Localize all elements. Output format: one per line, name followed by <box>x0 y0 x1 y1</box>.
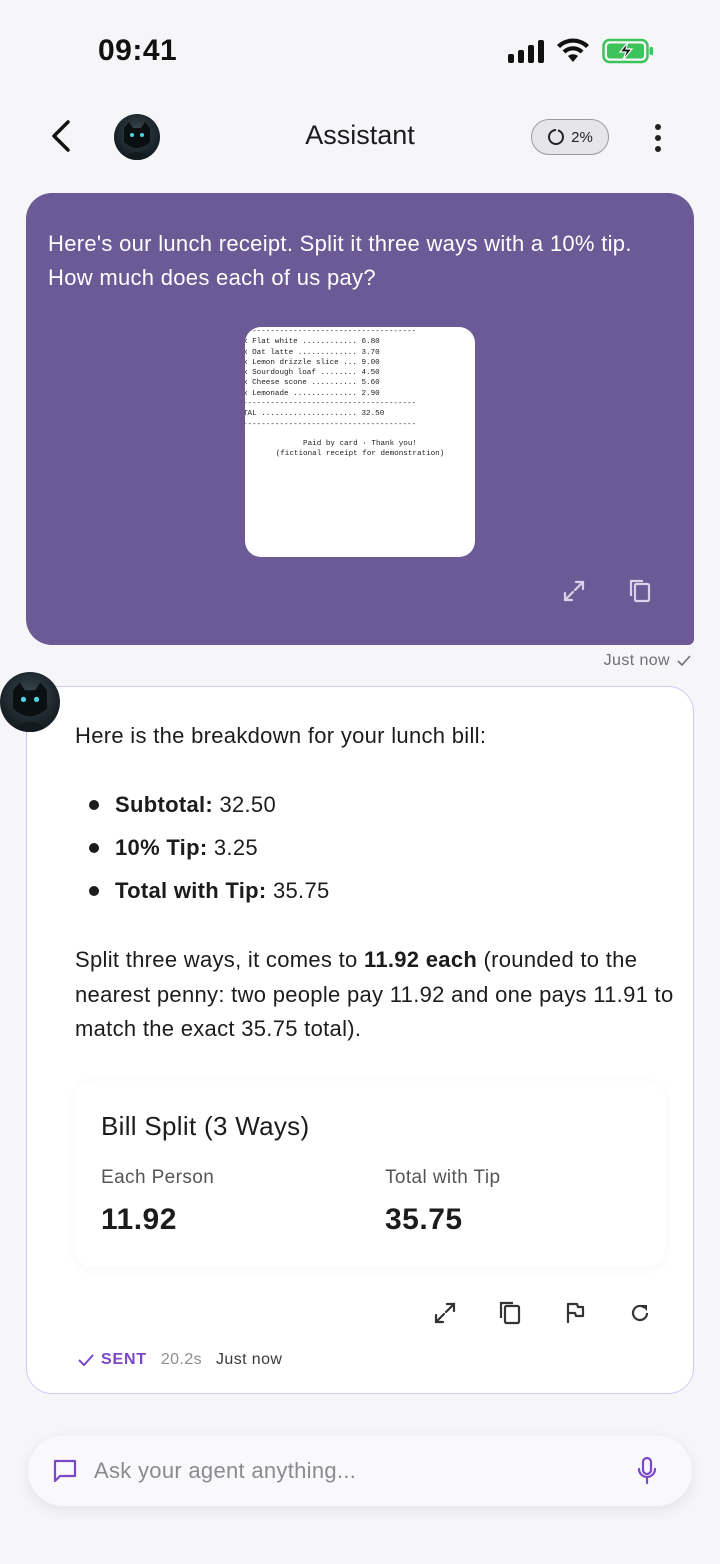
split-explanation: Split three ways, it comes to 11.92 each… <box>75 943 675 1047</box>
list-item-label: Total with Tip: <box>115 878 267 903</box>
receipt-line: x Sourdough loaf ........ 4.50 <box>245 369 380 378</box>
user-message-meta: Just now <box>604 652 692 670</box>
stat-label: Each Person <box>101 1167 215 1188</box>
stat-label: Total with Tip <box>385 1167 501 1188</box>
check-icon <box>677 655 691 667</box>
list-item: 10% Tip: 3.25 <box>75 828 330 871</box>
para-text: Split three ways, it comes to <box>75 947 364 972</box>
receipt-line: -------------------------------------- <box>245 400 417 409</box>
status-bar: 09:41 <box>0 0 720 100</box>
flag-icon <box>566 1302 585 1323</box>
list-item-value: 35.75 <box>272 878 330 903</box>
copy-icon <box>499 1301 521 1325</box>
stat-value: 11.92 <box>101 1203 177 1236</box>
expand-button[interactable] <box>431 1299 459 1327</box>
assistant-message-bubble: Here is the breakdown for your lunch bil… <box>26 686 694 1394</box>
expand-icon <box>563 580 585 602</box>
list-item-value: 32.50 <box>219 792 276 817</box>
list-item-label: 10% Tip: <box>115 835 208 860</box>
usage-badge[interactable]: 2% <box>531 119 609 155</box>
expand-button[interactable] <box>560 577 588 605</box>
status-time: 09:41 <box>98 34 178 67</box>
copy-button[interactable] <box>496 1299 524 1327</box>
user-message-actions <box>560 577 654 605</box>
assistant-avatar <box>0 672 60 732</box>
composer <box>28 1436 692 1506</box>
para-bold: 11.92 each <box>364 947 478 972</box>
receipt-line: x Oat latte ............. 3.70 <box>245 348 380 357</box>
progress-ring-icon <box>548 128 565 145</box>
receipt-line: -------------------------------------- <box>245 420 417 429</box>
assistant-message-footer: SENT 20.2s Just now <box>77 1351 282 1369</box>
message-time: Just now <box>216 1351 283 1368</box>
chat-bubble-icon <box>53 1459 77 1483</box>
user-message-time: Just now <box>603 652 670 669</box>
receipt-line: x Flat white ............ 6.80 <box>245 338 380 347</box>
receipt-line: x Lemon drizzle slice ... 9.00 <box>245 358 380 367</box>
regenerate-button[interactable] <box>626 1299 654 1327</box>
expand-icon <box>434 1302 456 1324</box>
panther-icon <box>10 682 50 732</box>
receipt-line: x Lemonade .............. 2.90 <box>245 389 380 398</box>
receipt-line: TAL ..................... 32.50 <box>245 410 385 419</box>
cellular-signal-icon <box>508 39 544 63</box>
receipt-line: x Cheese scone .......... 5.60 <box>245 379 380 388</box>
bill-split-card: Bill Split (3 Ways) Each Person 11.92 To… <box>75 1081 665 1267</box>
user-message-bubble: Here's our lunch receipt. Split it three… <box>26 193 694 645</box>
list-item-value: 3.25 <box>213 835 258 860</box>
assistant-message-actions <box>431 1299 654 1327</box>
more-menu-button[interactable] <box>642 120 674 156</box>
breakdown-list: Subtotal: 32.50 10% Tip: 3.25 Total with… <box>75 785 330 914</box>
status-icons <box>508 38 654 64</box>
page-title: Assistant <box>305 120 415 150</box>
response-duration: 20.2s <box>160 1351 203 1368</box>
receipt-footer-line: (fictional receipt for demonstration) <box>275 450 445 459</box>
receipt-line: -------------------------------------- <box>245 328 417 336</box>
voice-input-button[interactable] <box>636 1456 658 1491</box>
sent-label: SENT <box>101 1351 147 1368</box>
refresh-icon <box>631 1304 649 1322</box>
receipt-image[interactable]: -------------------------------------- x… <box>245 327 475 557</box>
copy-icon <box>629 579 651 603</box>
check-icon <box>78 1354 94 1367</box>
list-item: Subtotal: 32.50 <box>75 785 330 828</box>
each-person-stat: Each Person 11.92 <box>101 1167 214 1237</box>
stat-value: 35.75 <box>385 1203 463 1236</box>
receipt-footer-line: Paid by card · Thank you! <box>303 439 417 448</box>
wifi-icon <box>557 38 589 62</box>
app-header: Assistant 2% <box>0 100 720 176</box>
copy-button[interactable] <box>626 577 654 605</box>
user-message-text: Here's our lunch receipt. Split it three… <box>48 231 632 290</box>
microphone-icon <box>637 1456 657 1485</box>
total-with-tip-stat: Total with Tip 35.75 <box>385 1167 500 1237</box>
usage-percent: 2% <box>571 128 593 146</box>
assistant-intro: Here is the breakdown for your lunch bil… <box>75 723 487 748</box>
list-item-label: Subtotal: <box>115 792 214 817</box>
list-item: Total with Tip: 35.75 <box>75 871 330 914</box>
flag-button[interactable] <box>561 1299 589 1327</box>
card-title: Bill Split (3 Ways) <box>101 1111 310 1141</box>
sent-status: SENT <box>77 1351 147 1369</box>
battery-charging-icon <box>602 38 653 64</box>
message-input[interactable] <box>94 1451 614 1491</box>
